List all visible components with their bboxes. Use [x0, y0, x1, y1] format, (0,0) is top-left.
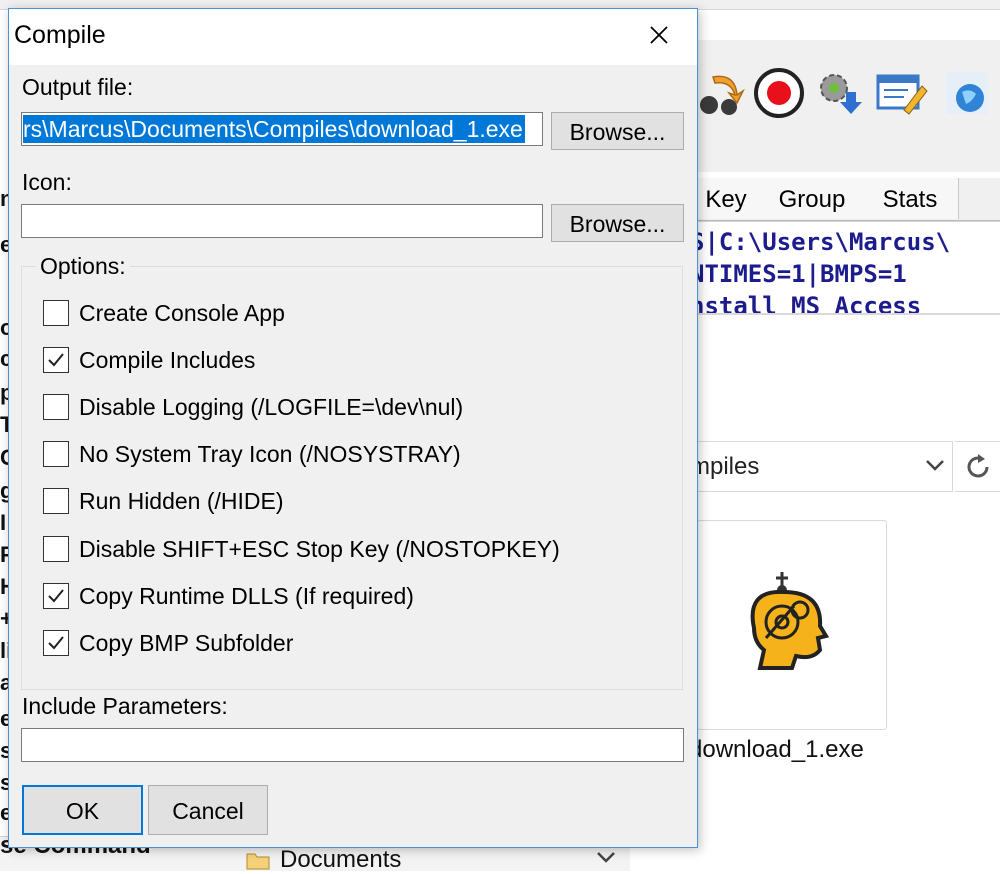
close-icon	[650, 26, 668, 44]
background-tab-strip: Key Group Stats	[690, 178, 1000, 221]
file-name: download_1.exe	[689, 736, 864, 763]
include-parameters-field[interactable]	[21, 728, 684, 762]
option-no-system-tray-icon[interactable]: No System Tray Icon (/NOSYSTRAY)	[43, 439, 461, 469]
chevron-down-icon[interactable]	[595, 848, 617, 868]
divider	[690, 313, 1000, 315]
code-line: S|C:\Users\Marcus\	[690, 228, 951, 256]
checkmark-icon	[48, 636, 64, 650]
option-copy-runtime-dlls[interactable]: Copy Runtime DLLS (If required)	[43, 581, 414, 611]
option-label: Copy BMP Subfolder	[79, 629, 294, 656]
option-label: Disable SHIFT+ESC Stop Key (/NOSTOPKEY)	[79, 535, 560, 562]
record-icon[interactable]	[750, 64, 808, 122]
tab-stats[interactable]: Stats	[862, 178, 959, 219]
settings-download-icon[interactable]	[810, 64, 868, 122]
icon-label: Icon:	[22, 169, 72, 195]
left-text-fragment: I	[0, 510, 7, 535]
include-parameters-label: Include Parameters:	[22, 693, 228, 719]
option-disable-stop-key[interactable]: Disable SHIFT+ESC Stop Key (/NOSTOPKEY)	[43, 534, 560, 564]
option-label: No System Tray Icon (/NOSYSTRAY)	[79, 440, 461, 467]
code-line: NTIMES=1|BMPS=1	[690, 260, 907, 288]
ok-button[interactable]: OK	[22, 785, 143, 835]
option-compile-includes[interactable]: Compile Includes	[43, 345, 255, 375]
include-parameters-input[interactable]	[22, 729, 683, 761]
folder-breadcrumb[interactable]: mpiles	[690, 441, 953, 492]
option-disable-logging[interactable]: Disable Logging (/LOGFILE=\dev\nul)	[43, 392, 463, 422]
dialog-titlebar[interactable]: Compile	[9, 9, 697, 65]
breadcrumb-text: mpiles	[690, 453, 760, 480]
option-run-hidden[interactable]: Run Hidden (/HIDE)	[43, 486, 284, 516]
option-label: Disable Logging (/LOGFILE=\dev\nul)	[79, 393, 464, 420]
option-label: Create Console App	[79, 299, 285, 326]
close-button[interactable]	[621, 9, 697, 61]
edit-form-icon[interactable]	[872, 64, 930, 122]
option-label: Run Hidden (/HIDE)	[79, 487, 284, 514]
output-browse-button[interactable]: Browse...	[551, 112, 684, 150]
tab-group[interactable]: Group	[762, 178, 863, 219]
checkmark-icon	[48, 589, 64, 603]
output-file-selected-text: rs\Marcus\Documents\Compiles\download_1.…	[23, 115, 525, 143]
checkbox[interactable]	[43, 536, 69, 562]
tab-key[interactable]: Key	[690, 178, 763, 219]
checkbox[interactable]	[43, 488, 69, 514]
option-create-console-app[interactable]: Create Console App	[43, 298, 285, 328]
icon-browse-button[interactable]: Browse...	[551, 204, 684, 242]
code-line: nstall MS Access	[690, 292, 922, 314]
run-macro-icon[interactable]	[690, 64, 748, 122]
checkbox[interactable]	[43, 630, 69, 656]
icon-path-input[interactable]	[22, 205, 542, 237]
option-label: Copy Runtime DLLS (If required)	[79, 582, 414, 609]
options-group: Options:	[21, 253, 683, 690]
compiled-exe-icon	[750, 572, 830, 670]
checkbox[interactable]	[43, 347, 69, 373]
macro-code-view[interactable]: S|C:\Users\Marcus\ NTIMES=1|BMPS=1 nstal…	[690, 221, 1000, 314]
globe-icon[interactable]	[938, 64, 996, 122]
checkbox[interactable]	[43, 583, 69, 609]
refresh-icon	[967, 453, 988, 477]
options-group-title: Options:	[36, 253, 130, 280]
output-file-label: Output file:	[22, 74, 134, 100]
option-label: Compile Includes	[79, 346, 256, 373]
chevron-down-icon[interactable]	[924, 454, 946, 476]
compile-dialog: Compile Output file: rs\Marcus\Documents…	[8, 8, 698, 848]
icon-path-field[interactable]	[21, 204, 543, 238]
output-file-field[interactable]: rs\Marcus\Documents\Compiles\download_1.…	[21, 112, 543, 146]
dialog-title: Compile	[14, 21, 106, 49]
checkbox[interactable]	[43, 394, 69, 420]
checkbox[interactable]	[43, 300, 69, 326]
refresh-button[interactable]	[955, 441, 1000, 492]
cancel-button[interactable]: Cancel	[148, 785, 268, 835]
folder-icon	[246, 853, 270, 870]
checkmark-icon	[48, 353, 64, 367]
checkbox[interactable]	[43, 441, 69, 467]
option-copy-bmp-subfolder[interactable]: Copy BMP Subfolder	[43, 628, 293, 658]
